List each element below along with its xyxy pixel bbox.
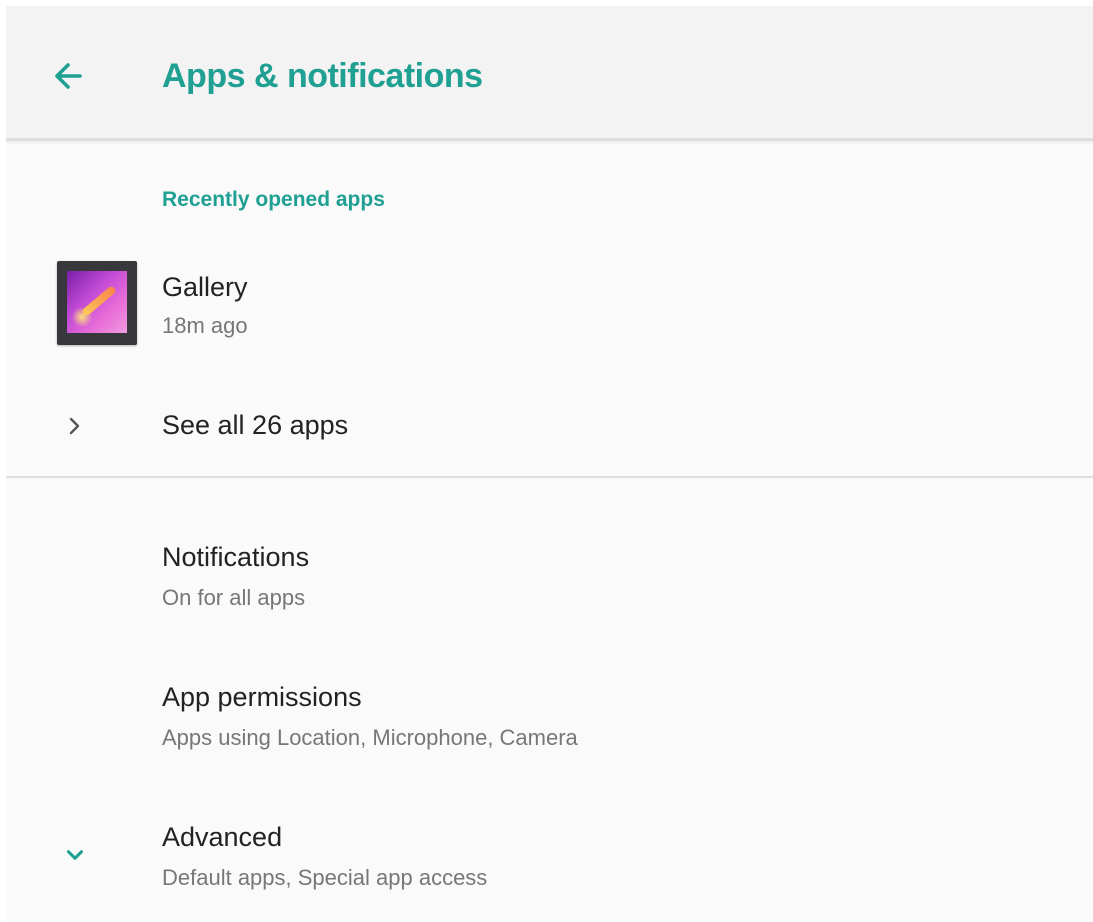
- chevron-right-icon: [69, 417, 80, 435]
- section-divider: [6, 476, 1093, 478]
- arrow-back-icon: [55, 63, 82, 89]
- app-bar: Apps & notifications: [6, 6, 1093, 141]
- app-permissions-title: App permissions: [162, 682, 362, 712]
- advanced-title: Advanced: [162, 822, 283, 852]
- chevron-down-icon: [66, 850, 84, 860]
- see-all-apps-label: See all 26 apps: [162, 410, 349, 440]
- recent-app-item-gallery[interactable]: Gallery 18m ago: [6, 246, 1093, 356]
- see-all-apps-item[interactable]: See all 26 apps: [6, 391, 1093, 461]
- gallery-app-icon: [57, 261, 137, 345]
- notifications-item[interactable]: Notifications On for all apps: [6, 526, 1093, 636]
- settings-screen: Apps & notifications Recently opened app…: [6, 6, 1093, 922]
- recent-apps-header: Recently opened apps: [162, 188, 385, 211]
- app-permissions-summary: Apps using Location, Microphone, Camera: [162, 725, 578, 750]
- notifications-title: Notifications: [162, 542, 310, 572]
- app-name: Gallery: [162, 272, 248, 302]
- advanced-item[interactable]: Advanced Default apps, Special app acces…: [6, 806, 1093, 916]
- page-title: Apps & notifications: [162, 57, 483, 95]
- advanced-summary: Default apps, Special app access: [162, 865, 488, 890]
- notifications-summary: On for all apps: [162, 585, 306, 610]
- app-permissions-item[interactable]: App permissions Apps using Location, Mic…: [6, 666, 1093, 776]
- back-button[interactable]: [44, 52, 92, 100]
- app-last-used: 18m ago: [162, 313, 248, 338]
